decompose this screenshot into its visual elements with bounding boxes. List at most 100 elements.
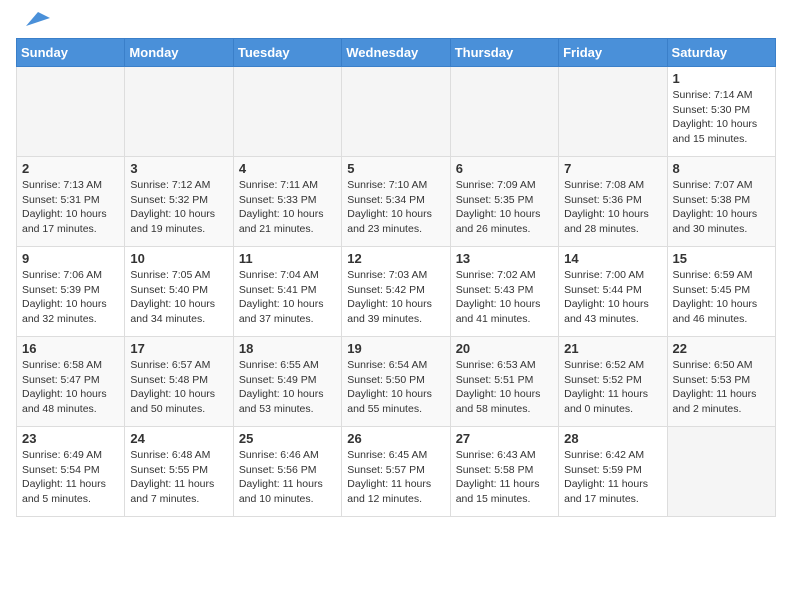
week-row-5: 23 Sunrise: 6:49 AM Sunset: 5:54 PM Dayli… [17, 427, 776, 517]
day-info: Sunrise: 6:53 AM Sunset: 5:51 PM Dayligh… [456, 358, 553, 417]
day-info: Sunrise: 6:43 AM Sunset: 5:58 PM Dayligh… [456, 448, 553, 507]
logo-icon [18, 10, 50, 28]
day-number: 10 [130, 251, 227, 266]
calendar-cell [342, 67, 450, 157]
weekday-header-thursday: Thursday [450, 39, 558, 67]
day-info: Sunrise: 6:59 AM Sunset: 5:45 PM Dayligh… [673, 268, 770, 327]
weekday-header-monday: Monday [125, 39, 233, 67]
week-row-3: 9 Sunrise: 7:06 AM Sunset: 5:39 PM Daylig… [17, 247, 776, 337]
weekday-header-saturday: Saturday [667, 39, 775, 67]
day-number: 6 [456, 161, 553, 176]
day-number: 7 [564, 161, 661, 176]
day-number: 16 [22, 341, 119, 356]
calendar-cell: 6 Sunrise: 7:09 AM Sunset: 5:35 PM Daylig… [450, 157, 558, 247]
page-header [16, 16, 776, 28]
day-info: Sunrise: 6:49 AM Sunset: 5:54 PM Dayligh… [22, 448, 119, 507]
day-info: Sunrise: 7:14 AM Sunset: 5:30 PM Dayligh… [673, 88, 770, 147]
day-number: 13 [456, 251, 553, 266]
day-number: 8 [673, 161, 770, 176]
day-info: Sunrise: 6:54 AM Sunset: 5:50 PM Dayligh… [347, 358, 444, 417]
day-info: Sunrise: 6:48 AM Sunset: 5:55 PM Dayligh… [130, 448, 227, 507]
day-info: Sunrise: 6:57 AM Sunset: 5:48 PM Dayligh… [130, 358, 227, 417]
day-info: Sunrise: 7:04 AM Sunset: 5:41 PM Dayligh… [239, 268, 336, 327]
calendar-cell: 3Sunrise: 7:12 AM Sunset: 5:32 PM Daylig… [125, 157, 233, 247]
day-number: 23 [22, 431, 119, 446]
day-number: 26 [347, 431, 444, 446]
day-number: 17 [130, 341, 227, 356]
weekday-header-friday: Friday [559, 39, 667, 67]
day-number: 1 [673, 71, 770, 86]
day-info: Sunrise: 6:42 AM Sunset: 5:59 PM Dayligh… [564, 448, 661, 507]
calendar-cell: 17 Sunrise: 6:57 AM Sunset: 5:48 PM Dayli… [125, 337, 233, 427]
weekday-header-wednesday: Wednesday [342, 39, 450, 67]
day-number: 25 [239, 431, 336, 446]
calendar-cell [450, 67, 558, 157]
logo [16, 16, 50, 28]
day-info: Sunrise: 6:55 AM Sunset: 5:49 PM Dayligh… [239, 358, 336, 417]
calendar-cell: 20 Sunrise: 6:53 AM Sunset: 5:51 PM Dayli… [450, 337, 558, 427]
day-info: Sunrise: 7:08 AM Sunset: 5:36 PM Dayligh… [564, 178, 661, 237]
day-number: 15 [673, 251, 770, 266]
day-number: 22 [673, 341, 770, 356]
calendar-cell [17, 67, 125, 157]
day-number: 28 [564, 431, 661, 446]
day-info: Sunrise: 7:13 AM Sunset: 5:31 PM Dayligh… [22, 178, 119, 237]
calendar-cell [233, 67, 341, 157]
day-number: 12 [347, 251, 444, 266]
day-info: Sunrise: 6:58 AM Sunset: 5:47 PM Dayligh… [22, 358, 119, 417]
day-info: Sunrise: 7:02 AM Sunset: 5:43 PM Dayligh… [456, 268, 553, 327]
day-info: Sunrise: 6:46 AM Sunset: 5:56 PM Dayligh… [239, 448, 336, 507]
calendar-cell: 24 Sunrise: 6:48 AM Sunset: 5:55 PM Dayli… [125, 427, 233, 517]
calendar-cell: 15 Sunrise: 6:59 AM Sunset: 5:45 PM Dayli… [667, 247, 775, 337]
day-number: 9 [22, 251, 119, 266]
day-number: 2 [22, 161, 119, 176]
calendar-cell: 27 Sunrise: 6:43 AM Sunset: 5:58 PM Dayli… [450, 427, 558, 517]
day-info: Sunrise: 7:09 AM Sunset: 5:35 PM Dayligh… [456, 178, 553, 237]
day-number: 11 [239, 251, 336, 266]
day-info: Sunrise: 7:07 AM Sunset: 5:38 PM Dayligh… [673, 178, 770, 237]
day-info: Sunrise: 7:00 AM Sunset: 5:44 PM Dayligh… [564, 268, 661, 327]
calendar-cell: 28 Sunrise: 6:42 AM Sunset: 5:59 PM Dayli… [559, 427, 667, 517]
day-number: 21 [564, 341, 661, 356]
day-number: 24 [130, 431, 227, 446]
calendar-cell [125, 67, 233, 157]
day-number: 3 [130, 161, 227, 176]
calendar-cell: 12 Sunrise: 7:03 AM Sunset: 5:42 PM Dayli… [342, 247, 450, 337]
day-number: 18 [239, 341, 336, 356]
calendar-cell: 1 Sunrise: 7:14 AM Sunset: 5:30 PM Daylig… [667, 67, 775, 157]
calendar-cell: 26 Sunrise: 6:45 AM Sunset: 5:57 PM Dayli… [342, 427, 450, 517]
day-info: Sunrise: 7:11 AM Sunset: 5:33 PM Dayligh… [239, 178, 336, 237]
calendar-cell: 7 Sunrise: 7:08 AM Sunset: 5:36 PM Daylig… [559, 157, 667, 247]
calendar-table: SundayMondayTuesdayWednesdayThursdayFrid… [16, 38, 776, 517]
calendar-cell: 18 Sunrise: 6:55 AM Sunset: 5:49 PM Dayli… [233, 337, 341, 427]
calendar-cell [667, 427, 775, 517]
calendar-cell: 5 Sunrise: 7:10 AM Sunset: 5:34 PM Daylig… [342, 157, 450, 247]
day-info: Sunrise: 7:06 AM Sunset: 5:39 PM Dayligh… [22, 268, 119, 327]
day-info: Sunrise: 7:10 AM Sunset: 5:34 PM Dayligh… [347, 178, 444, 237]
day-number: 4 [239, 161, 336, 176]
calendar-cell: 16 Sunrise: 6:58 AM Sunset: 5:47 PM Dayli… [17, 337, 125, 427]
calendar-cell: 22 Sunrise: 6:50 AM Sunset: 5:53 PM Dayli… [667, 337, 775, 427]
day-info: Sunrise: 6:45 AM Sunset: 5:57 PM Dayligh… [347, 448, 444, 507]
day-number: 20 [456, 341, 553, 356]
day-info: Sunrise: 6:50 AM Sunset: 5:53 PM Dayligh… [673, 358, 770, 417]
calendar-cell: 13 Sunrise: 7:02 AM Sunset: 5:43 PM Dayli… [450, 247, 558, 337]
weekday-header-sunday: Sunday [17, 39, 125, 67]
calendar-cell [559, 67, 667, 157]
day-number: 5 [347, 161, 444, 176]
calendar-cell: 25 Sunrise: 6:46 AM Sunset: 5:56 PM Dayli… [233, 427, 341, 517]
day-info: Sunrise: 7:03 AM Sunset: 5:42 PM Dayligh… [347, 268, 444, 327]
day-number: 14 [564, 251, 661, 266]
calendar-cell: 10 Sunrise: 7:05 AM Sunset: 5:40 PM Dayli… [125, 247, 233, 337]
day-info: Sunrise: 6:52 AM Sunset: 5:52 PM Dayligh… [564, 358, 661, 417]
day-number: 27 [456, 431, 553, 446]
calendar-cell: 11 Sunrise: 7:04 AM Sunset: 5:41 PM Dayli… [233, 247, 341, 337]
calendar-cell: 19Sunrise: 6:54 AM Sunset: 5:50 PM Dayli… [342, 337, 450, 427]
calendar-cell: 21 Sunrise: 6:52 AM Sunset: 5:52 PM Dayli… [559, 337, 667, 427]
calendar-cell: 14 Sunrise: 7:00 AM Sunset: 5:44 PM Dayli… [559, 247, 667, 337]
calendar-cell: 4 Sunrise: 7:11 AM Sunset: 5:33 PM Daylig… [233, 157, 341, 247]
weekday-header-tuesday: Tuesday [233, 39, 341, 67]
week-row-4: 16 Sunrise: 6:58 AM Sunset: 5:47 PM Dayli… [17, 337, 776, 427]
calendar-cell: 9 Sunrise: 7:06 AM Sunset: 5:39 PM Daylig… [17, 247, 125, 337]
day-info: Sunrise: 7:05 AM Sunset: 5:40 PM Dayligh… [130, 268, 227, 327]
